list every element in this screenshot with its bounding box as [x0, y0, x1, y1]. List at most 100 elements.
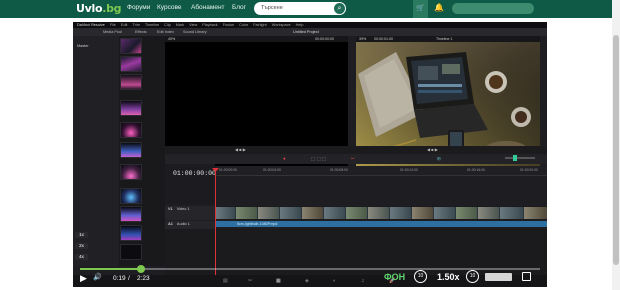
media-thumb[interactable]	[120, 188, 142, 204]
menu-timeline[interactable]: Timeline	[145, 23, 159, 27]
menu-color[interactable]: Color	[239, 23, 248, 27]
playhead[interactable]	[215, 169, 216, 284]
menu-help[interactable]: Help	[296, 23, 304, 27]
video-clip[interactable]	[279, 207, 301, 219]
rewind-label: 10	[417, 273, 424, 279]
menu-mark[interactable]: Mark	[176, 23, 184, 27]
video-clip[interactable]	[257, 207, 279, 219]
media-thumb[interactable]	[120, 225, 142, 241]
page-color-icon[interactable]: ◐	[333, 278, 336, 284]
scrollbar-thumb[interactable]	[613, 35, 619, 265]
video-clip[interactable]	[411, 207, 433, 219]
record-icon[interactable]: ●	[283, 156, 286, 161]
video-clip[interactable]	[455, 207, 477, 219]
media-thumb[interactable]	[120, 100, 142, 116]
media-thumb[interactable]	[120, 142, 142, 158]
menu-fusion[interactable]: Fusion	[223, 23, 234, 27]
edit-tools-icon[interactable]: ⬚ ⬚ ⬚	[311, 156, 326, 162]
audio-clip-label: 5cm-lightbulb-1080P.mp4	[237, 222, 278, 226]
rewind-10-button[interactable]: 10	[414, 270, 427, 283]
empty-track-area	[215, 176, 547, 204]
nav-subscription[interactable]: Абонамент	[191, 4, 225, 11]
media-thumb[interactable]	[120, 74, 142, 90]
program-zoom[interactable]: 39%	[359, 37, 366, 41]
quality-selector[interactable]	[485, 273, 512, 281]
video-clip[interactable]	[499, 207, 523, 219]
blade-icon[interactable]: ✂	[351, 156, 355, 162]
page-cut-icon[interactable]: ✂	[248, 278, 252, 284]
source-play-button[interactable]: ◀ ■ ▶	[235, 147, 246, 152]
playback-speed[interactable]: 1.50x	[437, 272, 460, 282]
volume-icon[interactable]: 🔊	[93, 273, 102, 281]
bin-master[interactable]: Master	[77, 44, 89, 48]
nav-courses[interactable]: Курсове	[157, 4, 182, 11]
menu-edit[interactable]: Edit	[121, 23, 128, 27]
menu-view[interactable]: View	[189, 23, 197, 27]
side-button-1x[interactable]: 1x	[75, 232, 88, 238]
page-edit-icon[interactable]: ▦	[276, 278, 281, 284]
audio-clip[interactable]: 5cm-lightbulb-1080P.mp4	[215, 221, 547, 227]
timeline-ruler[interactable]: 01:00:00:00 01:00:04:00 01:00:08:00 01:0…	[215, 166, 547, 176]
zoom-slider-handle[interactable]	[513, 155, 517, 161]
menu-clip[interactable]: Clip	[164, 23, 171, 27]
toolbar-sound-library[interactable]: Sound Library	[183, 30, 207, 34]
page-scrollbar[interactable]	[612, 0, 620, 290]
search-icon[interactable]: ⌕	[334, 3, 345, 14]
ruler-label: 01:00:12:00	[400, 168, 418, 172]
play-icon[interactable]: ▶	[80, 273, 87, 284]
menu-trim[interactable]: Trim	[132, 23, 139, 27]
background-toggle[interactable]: ФОН	[384, 272, 405, 282]
nav-blog[interactable]: Блог	[232, 4, 246, 11]
source-zoom[interactable]: 40%	[168, 37, 175, 41]
logo-main-text: Uvlo	[76, 2, 103, 15]
page-fusion-icon[interactable]: ◈	[305, 278, 309, 284]
toolbar-edit-index[interactable]: Edit Index	[157, 30, 174, 34]
toolbar-media-pool[interactable]: Media Pool	[103, 30, 122, 34]
cart-icon[interactable]: 🛒	[413, 0, 428, 18]
nav-forums[interactable]: Форуми	[127, 4, 150, 11]
media-thumb[interactable]	[120, 206, 142, 222]
side-button-4x[interactable]: 4x	[75, 254, 88, 260]
video-track[interactable]	[215, 206, 547, 220]
video-clip[interactable]	[215, 207, 235, 219]
site-header: Uvlo.bg Форуми Курсове Абонамент Блог Тъ…	[0, 0, 620, 18]
user-menu[interactable]	[452, 3, 534, 14]
snap-icon[interactable]: ⊞	[437, 156, 441, 162]
page-fairlight-icon[interactable]: ♫	[361, 278, 365, 284]
menu-workspace[interactable]: Workspace	[272, 23, 291, 27]
search-input[interactable]: Търсене ⌕	[254, 2, 346, 15]
bell-icon[interactable]: 🔔	[434, 3, 444, 12]
program-play-button[interactable]: ◀ ■ ▶	[427, 147, 438, 152]
forward-10-button[interactable]: 10	[466, 270, 479, 283]
video-clip[interactable]	[523, 207, 547, 219]
video-clip[interactable]	[323, 207, 345, 219]
menu-fairlight[interactable]: Fairlight	[253, 23, 267, 27]
video-clip[interactable]	[367, 207, 389, 219]
resolve-app: DaVinci Resolve File Edit Trim Timeline …	[73, 22, 547, 287]
side-button-2x[interactable]: 2x	[75, 243, 88, 249]
video-clip[interactable]	[477, 207, 499, 219]
timeline-timecode: 01:00:00:00	[173, 170, 216, 177]
window-title: DaVinci Resolve	[77, 23, 105, 27]
video-clip[interactable]	[235, 207, 257, 219]
menu-file[interactable]: File	[110, 23, 116, 27]
ruler-label: 01:00:00:00	[219, 168, 237, 172]
toolbar-effects[interactable]: Effects	[135, 30, 147, 34]
time-separator: /	[128, 275, 130, 282]
zoom-slider[interactable]	[505, 157, 535, 159]
media-thumb[interactable]	[120, 38, 142, 54]
audio-track[interactable]: 5cm-lightbulb-1080P.mp4	[215, 221, 547, 227]
project-name: Untitled Project	[293, 30, 319, 34]
media-thumb[interactable]	[120, 122, 142, 138]
media-thumb[interactable]	[120, 164, 142, 180]
media-thumb[interactable]	[120, 56, 142, 72]
page-media-icon[interactable]: ▤	[223, 278, 228, 284]
fullscreen-icon[interactable]	[522, 272, 531, 281]
media-thumb[interactable]	[120, 244, 142, 260]
video-clip[interactable]	[345, 207, 367, 219]
video-clip[interactable]	[389, 207, 411, 219]
video-clip[interactable]	[301, 207, 323, 219]
menu-playback[interactable]: Playback	[202, 23, 217, 27]
site-logo[interactable]: Uvlo.bg	[76, 2, 122, 15]
video-clip[interactable]	[433, 207, 455, 219]
